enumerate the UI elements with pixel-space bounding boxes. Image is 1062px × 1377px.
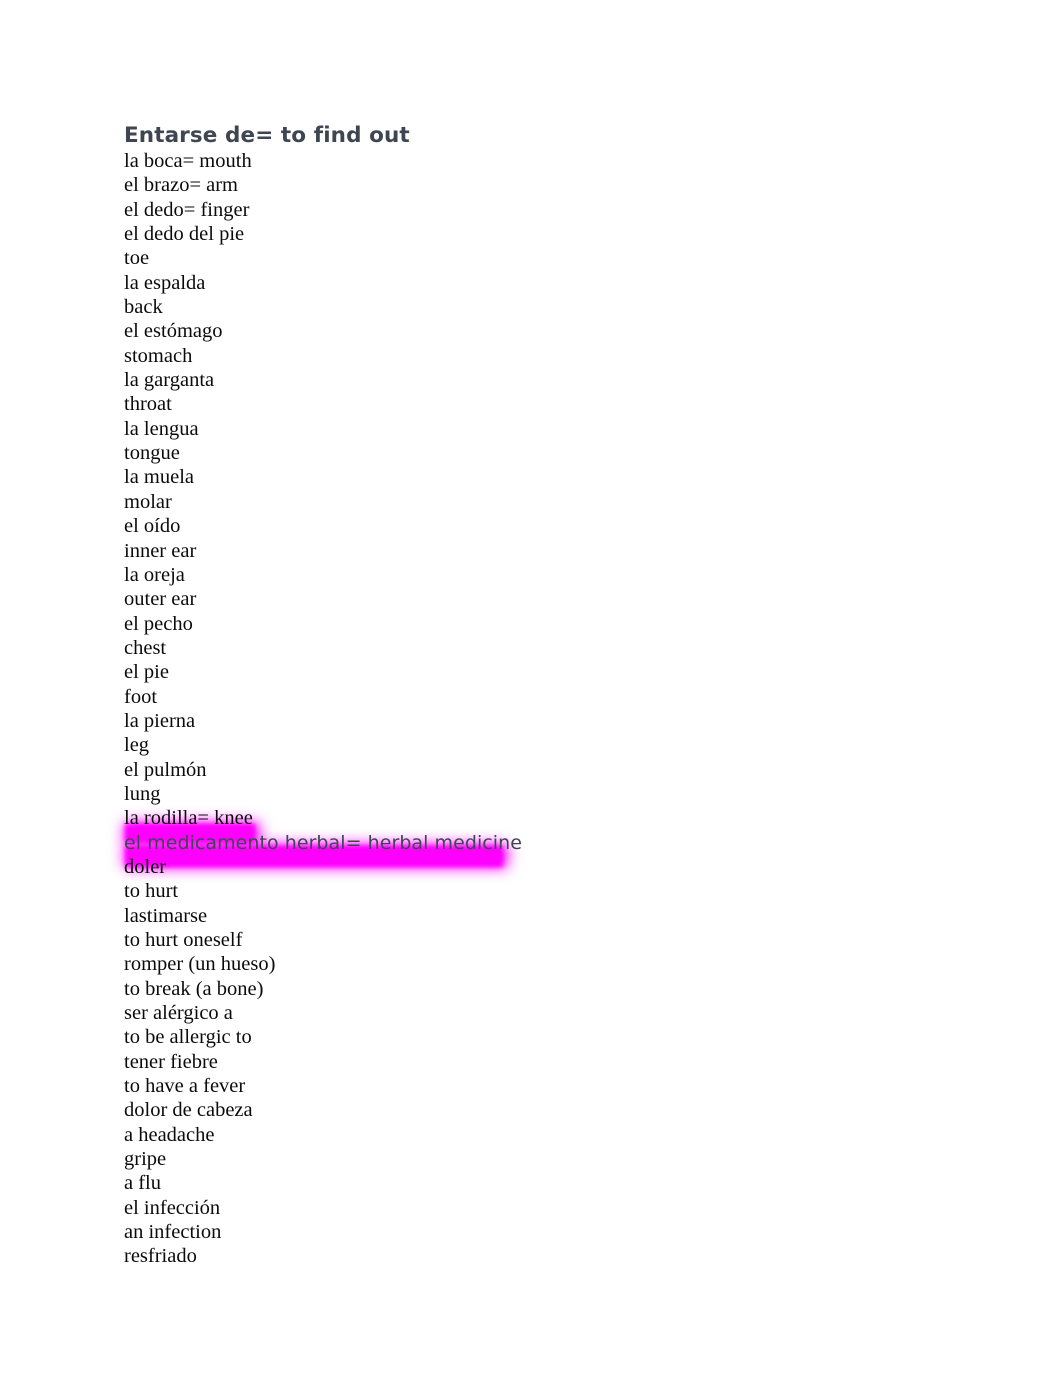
vocabulary-line: el brazo= arm xyxy=(124,174,239,197)
document-page: Entarse de= to find out la boca= mouth el… xyxy=(0,0,1062,1377)
document-body: Entarse de= to find out la boca= mouth el… xyxy=(124,122,924,1269)
vocabulary-line: gripe xyxy=(124,1148,167,1171)
vocabulary-line: lung xyxy=(124,782,161,805)
vocabulary-line: dolor de cabeza xyxy=(124,1099,253,1122)
page-title: Entarse de= to find out xyxy=(124,123,410,148)
vocabulary-line: stomach xyxy=(124,344,193,367)
vocabulary-line: leg xyxy=(124,734,150,757)
vocabulary-line: la espalda xyxy=(124,271,206,294)
vocabulary-line: el estómago xyxy=(124,320,223,343)
vocabulary-list: la boca= mouth el brazo= arm el dedo= fing… xyxy=(124,149,924,1269)
vocabulary-line: el pulmón xyxy=(124,758,207,781)
vocabulary-line: tongue xyxy=(124,442,180,465)
vocabulary-line-highlighted: la rodilla= knee xyxy=(124,807,253,830)
vocabulary-line: la garganta xyxy=(124,369,215,392)
vocabulary-line: ser alérgico a xyxy=(124,1002,233,1025)
vocabulary-line: el dedo del pie xyxy=(124,223,245,246)
vocabulary-line: el infección xyxy=(124,1196,221,1219)
vocabulary-line: molar xyxy=(124,490,172,513)
vocabulary-line: to be allergic to xyxy=(124,1026,252,1049)
vocabulary-line: to hurt xyxy=(124,880,179,903)
vocabulary-line: lastimarse xyxy=(124,904,208,927)
vocabulary-line: la pierna xyxy=(124,709,196,732)
vocabulary-line: a flu xyxy=(124,1172,161,1195)
vocabulary-line: el pecho xyxy=(124,612,193,635)
vocabulary-line: romper (un hueso) xyxy=(124,953,276,976)
vocabulary-line: la muela xyxy=(124,466,195,489)
vocabulary-line: to have a fever xyxy=(124,1075,246,1098)
vocabulary-line: la boca= mouth xyxy=(124,150,252,172)
vocabulary-line: foot xyxy=(124,685,158,708)
vocabulary-line: el pie xyxy=(124,661,169,684)
vocabulary-line: doler xyxy=(124,855,167,878)
vocabulary-line: a headache xyxy=(124,1123,215,1146)
vocabulary-line: la oreja xyxy=(124,563,185,586)
vocabulary-line: to hurt oneself xyxy=(124,929,243,951)
vocabulary-line: el dedo= finger xyxy=(124,198,250,221)
vocabulary-line: chest xyxy=(124,636,167,659)
vocabulary-line: toe xyxy=(124,247,150,270)
vocabulary-line: outer ear xyxy=(124,588,197,611)
vocabulary-line: la lengua xyxy=(124,417,199,440)
vocabulary-line: tener fiebre xyxy=(124,1050,218,1073)
vocabulary-line: inner ear xyxy=(124,539,197,562)
vocabulary-line: resfriado xyxy=(124,1245,197,1268)
vocabulary-line: an infection xyxy=(124,1221,222,1244)
vocabulary-line: el oído xyxy=(124,515,181,538)
vocabulary-line-highlighted: el medicamento herbal= herbal medicine xyxy=(124,831,522,854)
vocabulary-line: to break (a bone) xyxy=(124,977,264,1000)
vocabulary-line: throat xyxy=(124,393,172,416)
vocabulary-line: back xyxy=(124,296,163,319)
